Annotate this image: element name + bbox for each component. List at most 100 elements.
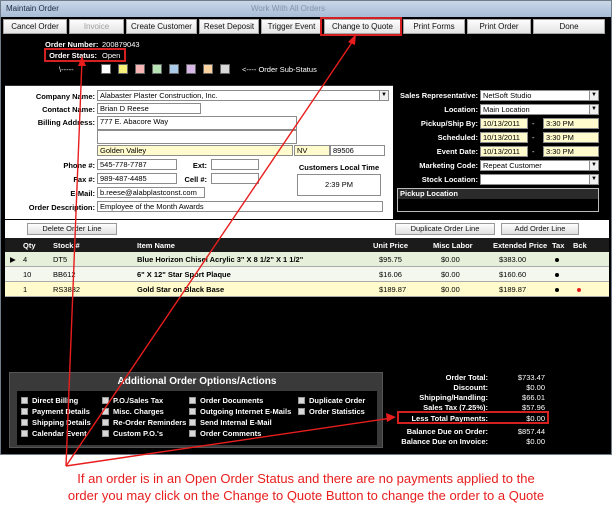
table-row[interactable]: ▶ 4 DT5 Blue Horizon Chisel Acrylic 3" X 8 … — [5, 252, 609, 267]
cancel-order-button[interactable]: Cancel Order — [3, 19, 67, 34]
substatus-swatch[interactable] — [101, 64, 111, 74]
option-direct-billing[interactable]: Direct Billing — [21, 396, 78, 405]
sales-rep-field[interactable]: NetSoft Studio ▼ — [480, 90, 599, 101]
invoice-button[interactable]: Invoice — [69, 19, 124, 34]
tax-dot — [555, 288, 559, 292]
title-bar: Maintain Order Work With All Orders — [1, 1, 611, 17]
chevron-down-icon[interactable]: ▼ — [589, 161, 598, 170]
company-name-field[interactable]: Alabaster Plaster Construction, Inc. ▼ — [97, 90, 389, 101]
event-time-field[interactable]: 3:30 PM — [543, 146, 599, 157]
chevron-down-icon[interactable]: ▼ — [589, 105, 598, 114]
ext-label: Ext: — [192, 161, 207, 170]
discount-value: $0.00 — [526, 383, 545, 392]
event-date-field[interactable]: 10/13/2011 — [480, 146, 528, 157]
address-line1-field[interactable]: 777 E. Abacore Way — [97, 116, 297, 130]
cell-label: Cell #: — [184, 175, 207, 184]
option-custom-pos[interactable]: Custom P.O.'s — [102, 429, 163, 438]
cell-qty: 10 — [23, 270, 32, 279]
option-order-statistics[interactable]: Order Statistics — [298, 407, 365, 416]
cell-field[interactable] — [211, 173, 259, 184]
scheduled-date-field[interactable]: 10/13/2011 — [480, 132, 528, 143]
substatus-swatch[interactable] — [135, 64, 145, 74]
trigger-event-button[interactable]: Trigger Event — [261, 19, 322, 34]
stock-location-label: Stock Location: — [421, 175, 478, 184]
marketing-code-field[interactable]: Repeat Customer ▼ — [480, 160, 599, 171]
option-misc-charges[interactable]: Misc. Charges — [102, 407, 164, 416]
contact-name-field[interactable]: Brian D Reese — [97, 103, 201, 114]
cell-unit-price: $189.87 — [379, 285, 407, 294]
header-bck: Bck — [573, 241, 587, 250]
substatus-swatch[interactable] — [152, 64, 162, 74]
state-field[interactable]: NV — [294, 145, 330, 156]
delete-order-line-button[interactable]: Delete Order Line — [27, 223, 117, 235]
order-total-label: Order Total: — [445, 373, 488, 382]
company-name-label: Company Name: — [35, 92, 95, 101]
caption-line-1: If an order is in an Open Order Status a… — [77, 471, 535, 486]
order-description-field[interactable]: Employee of the Month Awards — [97, 201, 383, 212]
reset-deposit-button[interactable]: Reset Deposit — [199, 19, 259, 34]
option-duplicate-order[interactable]: Duplicate Order — [298, 396, 365, 405]
table-row[interactable]: 10 BB612 6" X 12" Star Sport Plaque $16.06 $… — [5, 267, 609, 282]
option-payment-details[interactable]: Payment Details — [21, 407, 90, 416]
duplicate-order-line-button[interactable]: Duplicate Order Line — [395, 223, 495, 235]
substatus-swatch[interactable] — [169, 64, 179, 74]
ext-field[interactable] — [211, 159, 259, 170]
substatus-swatch[interactable] — [118, 64, 128, 74]
option-po-sales-tax[interactable]: P.O./Sales Tax — [102, 396, 163, 405]
option-shipping-details[interactable]: Shipping Details — [21, 418, 91, 427]
pickup-date-field[interactable]: 10/13/2011 — [480, 118, 528, 129]
option-order-comments[interactable]: Order Comments — [189, 429, 261, 438]
option-calendar-event[interactable]: Calendar Event — [21, 429, 87, 438]
change-to-quote-highlight — [320, 17, 402, 36]
chevron-down-icon[interactable]: ▼ — [589, 175, 598, 184]
line-buttons-bar: Delete Order Line Duplicate Order Line A… — [5, 220, 609, 238]
substatus-swatch[interactable] — [186, 64, 196, 74]
cell-extended-price: $189.87 — [499, 285, 527, 294]
billing-address-label: Billing Address: — [37, 118, 95, 127]
option-outgoing-emails[interactable]: Outgoing Internet E-Mails — [189, 407, 291, 416]
event-dash: - — [532, 147, 535, 156]
create-customer-button[interactable]: Create Customer — [126, 19, 197, 34]
option-send-internal-email[interactable]: Send Internal E-Mail — [189, 418, 272, 427]
zip-field[interactable]: 89506 — [330, 145, 385, 156]
address-line2-field[interactable] — [97, 130, 297, 144]
option-reorder-reminders[interactable]: Re-Order Reminders — [102, 418, 186, 427]
substatus-swatch[interactable] — [203, 64, 213, 74]
local-time-label: Customers Local Time — [298, 163, 380, 172]
header-item-name: Item Name — [137, 241, 175, 250]
marketing-code-value: Repeat Customer — [483, 161, 542, 170]
substatus-arrow: \----- — [59, 65, 74, 74]
order-substatus-label: <---- Order Sub-Status — [242, 65, 317, 74]
header-unit-price: Unit Price — [373, 241, 409, 250]
scheduled-time-field[interactable]: 3:30 PM — [543, 132, 599, 143]
option-order-documents[interactable]: Order Documents — [189, 396, 263, 405]
phone-field[interactable]: 545-778-7787 — [97, 159, 177, 170]
window-caption: Work With All Orders — [251, 4, 326, 13]
order-status-label: Order Status: — [49, 51, 97, 60]
table-row[interactable]: 1 RS3832 Gold Star on Black Base $189.87 $0.… — [5, 282, 609, 297]
toolbar: Cancel Order Invoice Create Customer Res… — [3, 19, 609, 34]
print-forms-button[interactable]: Print Forms — [403, 19, 465, 34]
row-indicator-icon: ▶ — [10, 255, 16, 264]
cell-stock: DT5 — [53, 255, 68, 264]
add-order-line-button[interactable]: Add Order Line — [501, 223, 579, 235]
location-field[interactable]: Main Location ▼ — [480, 104, 599, 115]
done-button[interactable]: Done — [533, 19, 605, 34]
pickup-time-field[interactable]: 3:30 PM — [543, 118, 599, 129]
header-tax: Tax — [552, 241, 565, 250]
scheduled-label: Scheduled: — [437, 133, 478, 142]
stock-location-field[interactable]: ▼ — [480, 174, 599, 185]
fax-field[interactable]: 989-487-4485 — [97, 173, 177, 184]
city-field[interactable]: Golden Valley — [97, 145, 293, 156]
phone-label: Phone #: — [63, 161, 95, 170]
print-order-button[interactable]: Print Order — [467, 19, 531, 34]
cell-item-name: Blue Horizon Chisel Acrylic 3" X 8 1/2" … — [137, 255, 304, 264]
chevron-down-icon[interactable]: ▼ — [379, 91, 388, 100]
substatus-swatch[interactable] — [220, 64, 230, 74]
email-field[interactable]: b.reese@alabplastconst.com — [97, 187, 205, 198]
cell-extended-price: $160.60 — [499, 270, 527, 279]
chevron-down-icon[interactable]: ▼ — [589, 91, 598, 100]
header-stock: Stock # — [53, 241, 80, 250]
fax-label: Fax #: — [73, 175, 95, 184]
cell-item-name: 6" X 12" Star Sport Plaque — [137, 270, 231, 279]
